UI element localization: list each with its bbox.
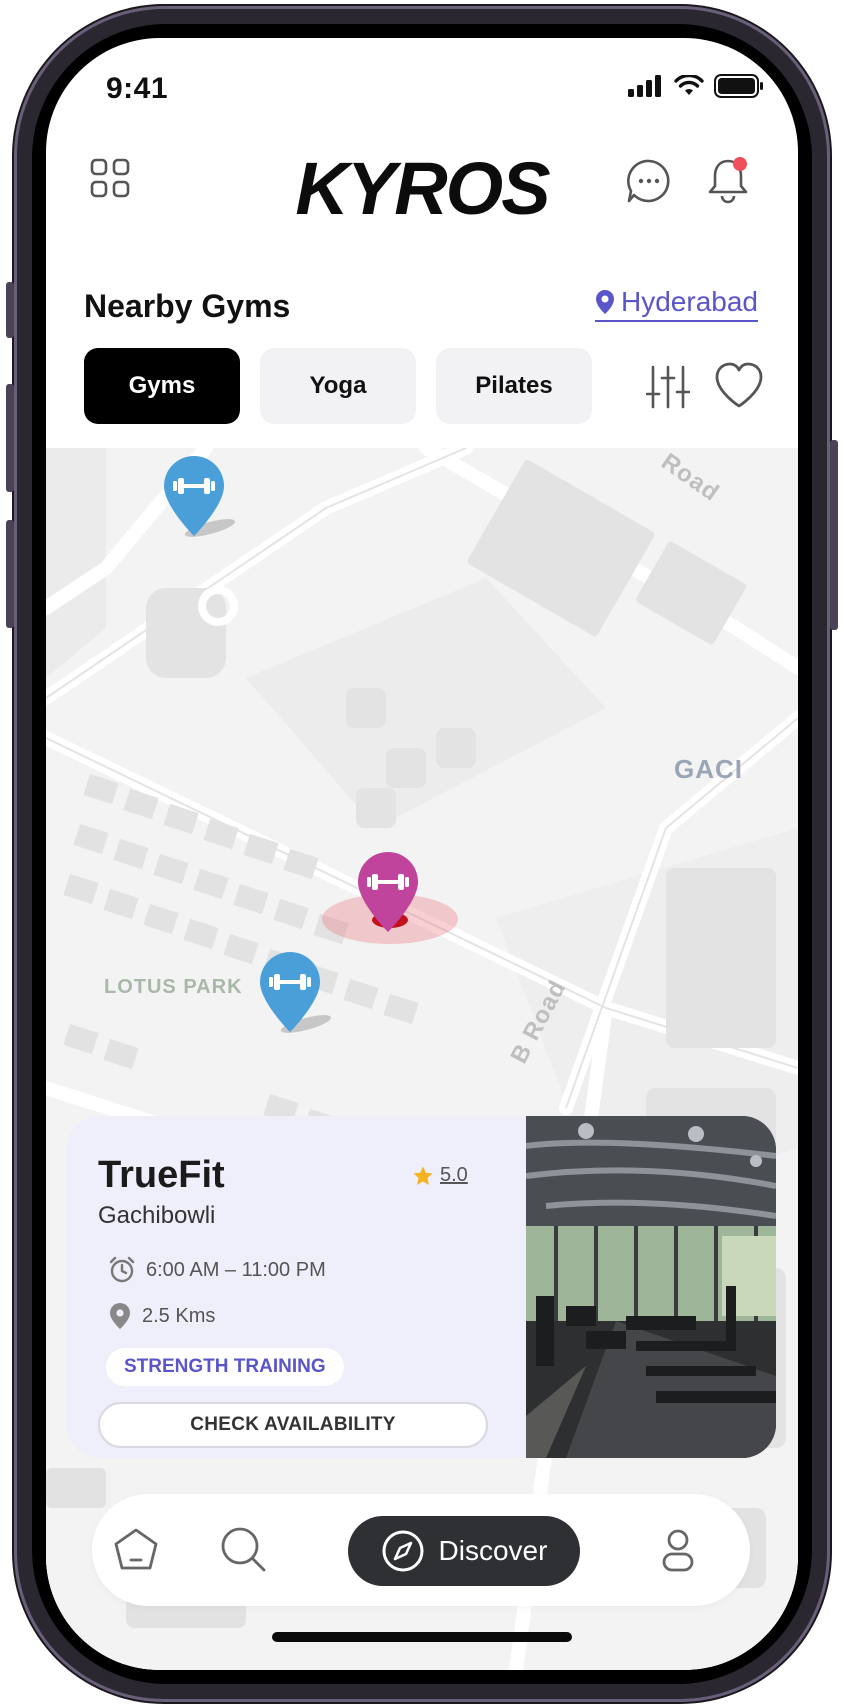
gym-pin-active[interactable] xyxy=(356,850,440,946)
search-icon[interactable] xyxy=(218,1524,270,1576)
chat-bubble-icon[interactable] xyxy=(626,158,672,204)
check-availability-button[interactable]: CHECK AVAILABILITY xyxy=(98,1402,488,1448)
profile-icon[interactable] xyxy=(652,1524,704,1576)
filter-sliders-icon[interactable] xyxy=(646,364,690,410)
chip-pilates[interactable]: Pilates xyxy=(436,348,592,424)
rating-value[interactable]: 5.0 xyxy=(440,1164,468,1187)
app-screen: 9:41 KYROS Nearby Gyms Hyderabad Gyms Yo… xyxy=(46,38,798,1670)
category-tag: STRENGTH TRAINING xyxy=(106,1348,344,1386)
signal-icon xyxy=(628,75,661,97)
map-tiles xyxy=(46,448,798,1670)
status-time: 9:41 xyxy=(106,72,169,105)
home-icon[interactable] xyxy=(110,1524,162,1576)
location-marker-icon xyxy=(110,1303,130,1329)
map-label-area: GACI xyxy=(674,754,743,784)
distance-row: 2.5 Kms xyxy=(108,1302,215,1330)
alarm-clock-icon xyxy=(109,1256,135,1283)
hours-text: 6:00 AM – 11:00 PM xyxy=(146,1258,326,1281)
gym-pin-1[interactable] xyxy=(162,454,246,550)
discover-label: Discover xyxy=(438,1535,548,1566)
volume-up-button xyxy=(6,384,14,492)
location-link[interactable]: Hyderabad xyxy=(595,286,758,322)
bottom-nav: Discover xyxy=(92,1494,750,1606)
wifi-icon xyxy=(674,75,704,95)
distance-text: 2.5 Kms xyxy=(142,1304,216,1327)
location-label: Hyderabad xyxy=(621,286,758,317)
chip-yoga[interactable]: Yoga xyxy=(260,348,416,424)
power-button xyxy=(830,440,838,630)
notification-dot xyxy=(733,157,747,171)
gym-rating: 5.0 xyxy=(412,1164,468,1187)
heart-icon[interactable] xyxy=(714,362,764,410)
bell-icon[interactable] xyxy=(706,156,750,204)
hours-row: 6:00 AM – 11:00 PM xyxy=(108,1256,326,1284)
compass-icon xyxy=(382,1530,424,1572)
battery-icon xyxy=(714,74,763,98)
chip-gyms[interactable]: Gyms xyxy=(84,348,240,424)
status-icons xyxy=(628,74,764,98)
map-view[interactable]: LOTUS PARK GACI Road B Road xyxy=(46,448,798,1670)
volume-down-button xyxy=(6,520,14,628)
silent-switch xyxy=(6,282,14,338)
gym-card[interactable]: TrueFit 5.0 Gachibowli 6:00 AM – 11:00 P… xyxy=(66,1116,776,1458)
discover-tab[interactable]: Discover xyxy=(348,1516,580,1586)
page-title: Nearby Gyms xyxy=(84,288,291,324)
gym-pin-2[interactable] xyxy=(258,950,342,1046)
location-pin-icon xyxy=(596,290,615,314)
map-label-park: LOTUS PARK xyxy=(104,976,243,998)
category-chips: Gyms Yoga Pilates xyxy=(84,348,592,424)
gym-photo[interactable] xyxy=(526,1116,776,1458)
gym-area: Gachibowli xyxy=(98,1202,216,1229)
star-icon xyxy=(413,1165,433,1185)
app-logo: KYROS xyxy=(295,147,550,230)
home-indicator xyxy=(272,1632,572,1642)
gym-name: TrueFit xyxy=(98,1154,225,1196)
